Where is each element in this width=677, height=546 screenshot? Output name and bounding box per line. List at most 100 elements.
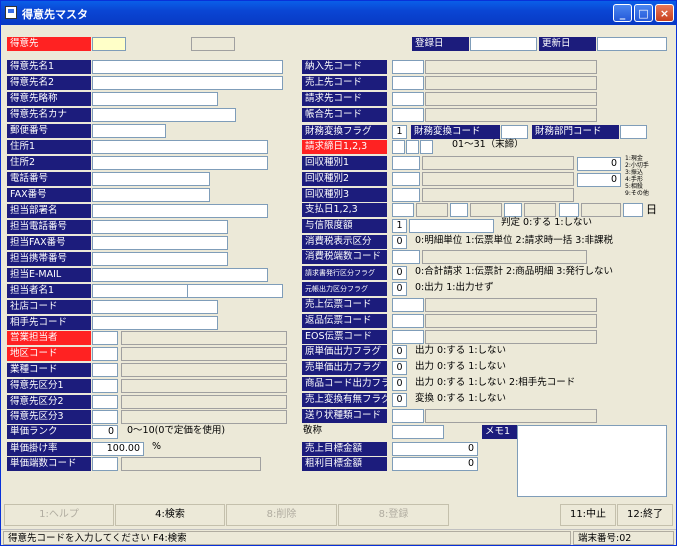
left-label-5: 住所1 <box>7 140 91 154</box>
right-label-20: 商品コード出力フラグ <box>302 377 387 391</box>
left-input-4[interactable] <box>92 124 166 138</box>
contact-name-2-input[interactable] <box>187 284 283 298</box>
pay-day-field-6[interactable] <box>559 203 579 217</box>
left-code-input-22[interactable] <box>92 410 118 424</box>
kaishu-type-3[interactable] <box>392 188 420 202</box>
pay-day-field-4[interactable] <box>504 203 522 217</box>
honorific-input[interactable] <box>392 425 444 439</box>
maximize-button[interactable]: □ <box>634 4 653 22</box>
right-code-input-1[interactable] <box>392 76 424 90</box>
henkan-input[interactable]: 0 <box>392 393 407 407</box>
pay-day-field-0[interactable] <box>392 203 414 217</box>
right-code-input-15[interactable] <box>392 298 424 312</box>
left-input-7[interactable] <box>92 172 210 186</box>
right-label-15: 売上伝票コード <box>302 298 387 312</box>
left-input-10[interactable] <box>92 220 228 234</box>
right-code-name-15 <box>425 298 597 312</box>
left-input-2[interactable] <box>92 92 218 106</box>
price-rate-input[interactable]: 100.00 <box>92 442 144 456</box>
left-input-8[interactable] <box>92 188 210 202</box>
register-button[interactable]: 8:登録 <box>338 504 449 526</box>
left-label-1: 得意先名2 <box>7 76 91 90</box>
minimize-button[interactable]: _ <box>613 4 632 22</box>
zaimu-dept-input[interactable] <box>620 125 647 139</box>
kaishu-type-1[interactable] <box>392 156 420 170</box>
right-code-input-22[interactable] <box>392 409 424 423</box>
left-input-12[interactable] <box>92 252 228 266</box>
left-code-input-19[interactable] <box>92 363 118 377</box>
right-label-12: 消費税端数コード <box>302 250 387 264</box>
shime-range-note: 01～31（末締） <box>452 139 524 150</box>
help-button[interactable]: 1:ヘルプ <box>4 504 114 526</box>
right-code-input-16[interactable] <box>392 314 424 328</box>
left-input-15[interactable] <box>92 300 218 314</box>
credit-amount-input[interactable] <box>409 219 494 233</box>
memo-textarea[interactable] <box>517 425 667 497</box>
left-input-3[interactable] <box>92 108 236 122</box>
customer-code-input[interactable] <box>92 37 126 51</box>
delete-button[interactable]: 8:削除 <box>226 504 337 526</box>
price-round-input[interactable] <box>92 457 118 471</box>
upd-date-label: 更新日 <box>539 37 596 51</box>
right-label-10: 与信限度額 <box>302 219 387 233</box>
shohin-input[interactable]: 0 <box>392 377 407 391</box>
right-label-0: 納入先コード <box>302 60 387 74</box>
left-code-input-17[interactable] <box>92 331 118 345</box>
left-code-input-20[interactable] <box>92 379 118 393</box>
sales-target-input[interactable]: 0 <box>392 442 478 456</box>
left-input-13[interactable] <box>92 268 268 282</box>
right-code-input-17[interactable] <box>392 330 424 344</box>
left-input-6[interactable] <box>92 156 268 170</box>
search-button[interactable]: 4:検索 <box>115 504 225 526</box>
function-key-bar: 1:ヘルプ 4:検索 8:削除 8:登録 11:中止 12:終了 <box>4 504 673 528</box>
left-input-9[interactable] <box>92 204 268 218</box>
left-label-7: 電話番号 <box>7 172 91 186</box>
pay-day-field-2[interactable] <box>450 203 468 217</box>
shime-day-3[interactable] <box>420 140 433 154</box>
tax-round-input[interactable] <box>392 250 420 264</box>
left-label-9: 担当部署名 <box>7 204 91 218</box>
right-code-input-2[interactable] <box>392 92 424 106</box>
credit-input[interactable]: 1 <box>392 219 407 233</box>
left-label-10: 担当電話番号 <box>7 220 91 234</box>
left-input-5[interactable] <box>92 140 268 154</box>
left-label-8: FAX番号 <box>7 188 91 202</box>
close-button[interactable]: × <box>655 4 674 22</box>
kaishu-type-2[interactable] <box>392 172 420 186</box>
right-label-9: 支払日1,2,3 <box>302 203 387 217</box>
form-area: 得意先 登録日 更新日 得意先名1 得意先名2 得意先略称 得意先名カナ 郵便番号 住所1… <box>4 28 673 503</box>
shime-day-2[interactable] <box>406 140 419 154</box>
zaimu-code-input[interactable] <box>501 125 528 139</box>
tax-disp-input[interactable]: 0 <box>392 235 407 249</box>
invoice-input[interactable]: 0 <box>392 266 407 280</box>
cancel-button[interactable]: 11:中止 <box>560 504 616 526</box>
gross-target-input[interactable]: 0 <box>392 457 478 471</box>
title-bar[interactable]: 得意先マスタ _ □ × <box>1 1 676 25</box>
ledger-input[interactable]: 0 <box>392 282 407 296</box>
price-rate-unit: % <box>152 441 162 452</box>
left-code-input-21[interactable] <box>92 395 118 409</box>
left-input-1[interactable] <box>92 76 283 90</box>
kaishu-legend-item: 3:振込 <box>625 169 643 176</box>
left-input-16[interactable] <box>92 316 218 330</box>
exit-button[interactable]: 12:終了 <box>617 504 673 526</box>
kaishu2-amount[interactable]: 0 <box>577 173 621 187</box>
genka-input[interactable]: 0 <box>392 345 407 359</box>
left-input-11[interactable] <box>92 236 228 250</box>
kaishu1-amount[interactable]: 0 <box>577 157 621 171</box>
pay-day-field-8[interactable] <box>623 203 643 217</box>
app-icon <box>5 6 17 19</box>
left-code-input-18[interactable] <box>92 347 118 361</box>
right-label-11: 消費税表示区分 <box>302 235 387 249</box>
left-input-0[interactable] <box>92 60 283 74</box>
customer-code-label: 得意先 <box>7 37 91 51</box>
right-code-input-3[interactable] <box>392 108 424 122</box>
zaimu-flag-input[interactable]: 1 <box>392 125 407 139</box>
shime-day-1[interactable] <box>392 140 405 154</box>
baika-input[interactable]: 0 <box>392 361 407 375</box>
left-label-20: 得意先区分1 <box>7 379 91 393</box>
price-rank-input[interactable]: 0 <box>92 425 118 439</box>
right-label-22: 送り状種類コード <box>302 409 387 423</box>
left-code-name-20 <box>121 379 287 393</box>
right-code-input-0[interactable] <box>392 60 424 74</box>
